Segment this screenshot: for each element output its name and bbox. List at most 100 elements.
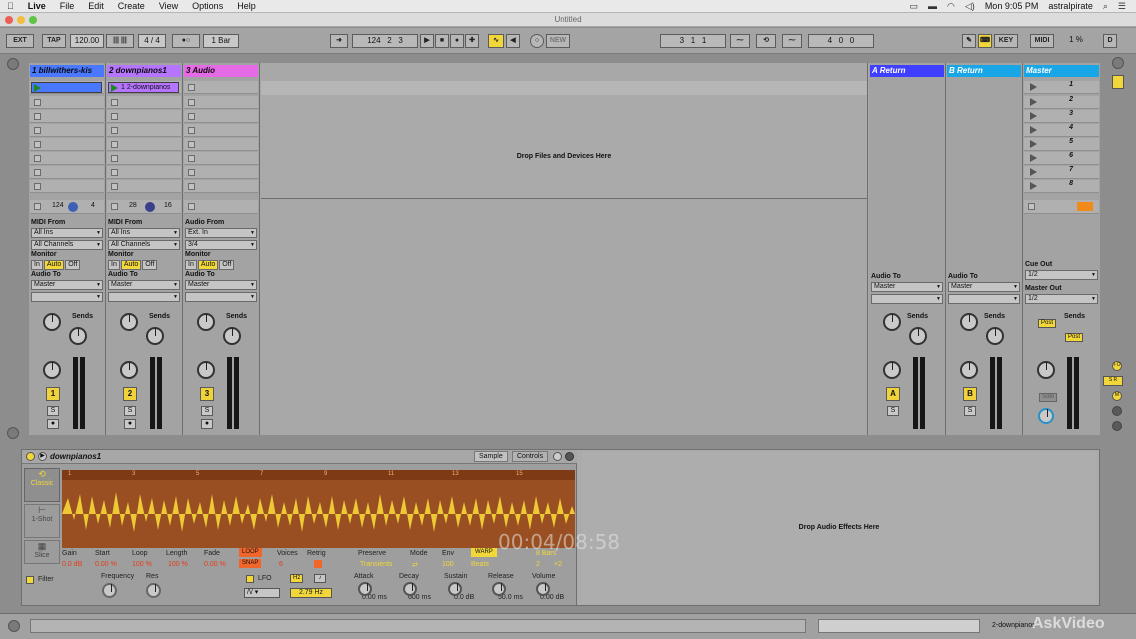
output-channel-select[interactable] xyxy=(948,294,1020,304)
stop-clip-icon[interactable] xyxy=(34,169,41,176)
stop-clip-icon[interactable] xyxy=(111,169,118,176)
scene-launch[interactable]: 1 xyxy=(1024,81,1099,94)
io-toggle-icon[interactable] xyxy=(7,427,19,439)
double-button[interactable]: ×2 xyxy=(554,561,562,568)
track-title[interactable]: A Return xyxy=(870,65,944,77)
time-signature-field[interactable]: 4 / 4 xyxy=(138,34,166,48)
monitor-auto-button[interactable]: Auto xyxy=(43,260,65,270)
mode-slice[interactable]: ▦ Slice xyxy=(24,540,60,564)
stop-clip-icon[interactable] xyxy=(188,84,195,91)
arrangement-position[interactable]: 124 2 3 xyxy=(352,34,418,48)
battery-icon[interactable]: ▬ xyxy=(928,1,937,11)
volume-meter[interactable] xyxy=(150,357,155,429)
length-value[interactable]: 100 % xyxy=(168,561,188,568)
transients-select[interactable]: Transients xyxy=(360,561,392,568)
io-show-icon[interactable]: I·O xyxy=(1112,361,1122,371)
loop-value[interactable]: 100 % xyxy=(132,561,152,568)
cue-volume-knob[interactable] xyxy=(1038,408,1054,424)
stop-clip-icon[interactable] xyxy=(188,113,195,120)
volume-knob[interactable] xyxy=(536,582,550,596)
loop-switch-icon[interactable]: ⟲ xyxy=(756,34,776,48)
volume-meter[interactable] xyxy=(920,357,925,429)
key-map-button[interactable]: KEY xyxy=(994,34,1018,48)
input-type-select[interactable]: All Ins xyxy=(31,228,103,238)
device-name[interactable]: downpianos1 xyxy=(50,452,101,461)
clip-slot[interactable] xyxy=(184,96,258,109)
monitor-off-button[interactable]: Off xyxy=(219,260,235,270)
clip-slot[interactable] xyxy=(107,180,181,193)
volume-meter[interactable] xyxy=(157,357,162,429)
track-title[interactable]: 2 downpianos1 xyxy=(107,65,181,77)
scene-play-icon[interactable] xyxy=(1030,126,1037,134)
menu-view[interactable]: View xyxy=(152,1,185,11)
audio-to-select[interactable]: Master xyxy=(108,280,180,290)
monitor-auto-button[interactable]: Auto xyxy=(120,260,142,270)
volume-meter[interactable] xyxy=(1074,357,1079,429)
track-title[interactable]: 3 Audio xyxy=(184,65,258,77)
track-activator[interactable]: 3 xyxy=(200,387,214,401)
track-activator[interactable]: 2 xyxy=(123,387,137,401)
follow-icon[interactable]: ➜ xyxy=(330,34,348,48)
send-a-knob[interactable] xyxy=(883,313,901,331)
info-view-toggle-icon[interactable] xyxy=(8,620,20,632)
send-b-knob[interactable] xyxy=(223,327,241,345)
volume-meter[interactable] xyxy=(913,357,918,429)
track-title[interactable]: B Return xyxy=(947,65,1021,77)
input-channel-select[interactable]: 3/4 xyxy=(185,240,257,250)
master-out-select[interactable]: 1/2 xyxy=(1025,294,1098,304)
output-channel-select[interactable] xyxy=(185,292,257,302)
volume-meter[interactable] xyxy=(80,357,85,429)
lfo-hz-button[interactable]: Hz xyxy=(290,574,304,583)
punch-out-icon[interactable]: ⁓ xyxy=(782,34,802,48)
mixer-show-icon[interactable]: M xyxy=(1112,391,1122,401)
view-toggle-icon[interactable] xyxy=(1112,57,1124,69)
menu-app[interactable]: Live xyxy=(21,1,53,11)
output-channel-select[interactable] xyxy=(871,294,943,304)
sustain-knob[interactable] xyxy=(448,582,462,596)
arm-button[interactable]: ● xyxy=(201,419,213,429)
list-icon[interactable]: ☰ xyxy=(1118,1,1126,12)
stop-all-clips-icon[interactable] xyxy=(1028,203,1035,210)
menu-edit[interactable]: Edit xyxy=(81,1,111,11)
stop-clip-icon[interactable] xyxy=(111,141,118,148)
session-view-icon[interactable] xyxy=(1112,75,1124,89)
send-a-knob[interactable] xyxy=(197,313,215,331)
menu-help[interactable]: Help xyxy=(230,1,263,11)
stop-icon[interactable]: ■ xyxy=(435,34,449,48)
envelope-value[interactable]: 100 xyxy=(442,561,454,568)
clip-slot[interactable] xyxy=(30,166,104,179)
monitor-in-button[interactable]: In xyxy=(31,260,43,270)
nudge-buttons[interactable]: ||| ||| xyxy=(106,34,134,48)
arm-button[interactable]: ● xyxy=(124,419,136,429)
scene-launch[interactable]: 5 xyxy=(1024,138,1099,151)
clip-slot[interactable] xyxy=(107,166,181,179)
stop-clip-icon[interactable] xyxy=(34,99,41,106)
clip-slot[interactable] xyxy=(184,81,258,94)
clip-slot[interactable] xyxy=(30,138,104,151)
track-activator[interactable]: A xyxy=(886,387,900,401)
drop-area[interactable]: Drop Files and Devices Here xyxy=(261,81,867,199)
scene-launch[interactable]: 6 xyxy=(1024,152,1099,165)
wifi-icon[interactable]: ◠ xyxy=(947,1,955,12)
volume-icon[interactable]: ◁) xyxy=(965,1,975,12)
solo-button[interactable]: S xyxy=(201,406,213,416)
half-button[interactable]: 2 xyxy=(536,561,540,568)
stop-clip-icon[interactable] xyxy=(111,113,118,120)
search-icon[interactable]: ⌕ xyxy=(1103,1,1108,12)
punch-in-icon[interactable]: ⁓ xyxy=(730,34,750,48)
clip-name[interactable]: 1 2-downpianos xyxy=(121,84,170,91)
clip-slot[interactable] xyxy=(184,180,258,193)
menu-create[interactable]: Create xyxy=(111,1,152,11)
clip-slot[interactable] xyxy=(107,124,181,137)
monitor-in-button[interactable]: In xyxy=(108,260,120,270)
pan-knob[interactable] xyxy=(960,361,978,379)
session-record-icon[interactable]: ○ xyxy=(530,34,544,48)
stop-track-icon[interactable] xyxy=(111,203,118,210)
lfo-toggle[interactable] xyxy=(246,575,254,583)
loop-length-field[interactable]: 4 0 0 xyxy=(808,34,874,48)
clip-play-icon[interactable] xyxy=(111,84,118,92)
lfo-sync-note-icon[interactable]: ♪ xyxy=(314,574,326,583)
device-power-icon[interactable] xyxy=(26,452,35,461)
monitor-in-button[interactable]: In xyxy=(185,260,197,270)
solo-button[interactable]: S xyxy=(47,406,59,416)
